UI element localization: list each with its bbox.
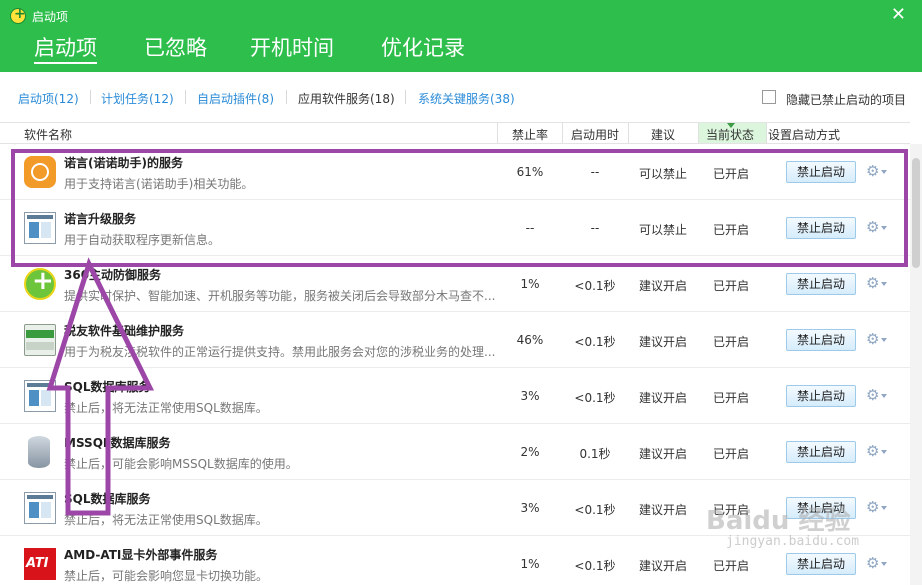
annotation-highlight-box <box>11 149 908 267</box>
gear-icon[interactable]: ⚙ <box>866 332 879 347</box>
chevron-down-icon[interactable] <box>881 338 887 342</box>
startup-time: <0.1秒 <box>574 391 616 405</box>
list-item[interactable]: SQL数据库服务 禁止后，将无法正常使用SQL数据库。 3% <0.1秒 建议开… <box>0 368 910 424</box>
col-action: 设置启动方式 <box>768 128 841 142</box>
disable-rate: 3% <box>520 389 540 403</box>
disable-rate: 2% <box>520 445 540 459</box>
col-time[interactable]: 启动用时 <box>571 126 619 143</box>
disable-button[interactable]: 禁止启动 <box>786 329 856 351</box>
gear-icon[interactable]: ⚙ <box>866 556 879 571</box>
tab-ignored[interactable]: 已忽略 <box>144 34 207 62</box>
status: 已开启 <box>712 279 749 293</box>
disable-button[interactable]: 禁止启动 <box>786 441 856 463</box>
service-desc: 禁止后，可能会影响您显卡切换功能。 <box>64 569 269 583</box>
tab-startup-items[interactable]: 启动项 <box>34 34 97 64</box>
service-desc: 禁止后，将无法正常使用SQL数据库。 <box>64 401 268 415</box>
advice: 建议开启 <box>638 559 687 573</box>
scrollbar-thumb[interactable] <box>912 158 920 268</box>
advice: 建议开启 <box>638 391 687 405</box>
col-rate[interactable]: 禁止率 <box>512 126 548 143</box>
subtab-startup[interactable]: 启动项(12) <box>18 90 79 107</box>
startup-time: <0.1秒 <box>574 279 616 293</box>
status: 已开启 <box>712 335 749 349</box>
disable-rate: 46% <box>516 333 544 347</box>
service-desc: 用于为税友涉税软件的正常运行提供支持。禁用此服务会对您的涉税业务的处理... <box>64 345 496 359</box>
360-icon <box>24 266 56 300</box>
startup-time: <0.1秒 <box>574 503 616 517</box>
chevron-down-icon[interactable] <box>881 450 887 454</box>
status: 已开启 <box>712 391 749 405</box>
advice: 建议开启 <box>638 447 687 461</box>
subtab-autostart-plugins[interactable]: 自启动插件(8) <box>197 90 274 107</box>
watermark: Baidu 经验 <box>706 506 851 536</box>
watermark-url: jingyan.baidu.com <box>726 534 860 549</box>
close-icon[interactable]: ✕ <box>891 6 906 24</box>
service-name: AMD-ATI显卡外部事件服务 <box>64 548 218 562</box>
col-advice[interactable]: 建议 <box>651 126 675 143</box>
hide-disabled-label[interactable]: 隐藏已禁止启动的项目 <box>786 91 906 108</box>
app-logo-icon <box>10 6 26 24</box>
service-name: 税友软件基础维护服务 <box>64 324 185 338</box>
col-name[interactable]: 软件名称 <box>24 126 72 143</box>
tab-boot-time[interactable]: 开机时间 <box>250 34 334 62</box>
tab-optimize-log[interactable]: 优化记录 <box>381 34 465 62</box>
title-bar: 启动项 ✕ 启动项 已忽略 开机时间 优化记录 <box>0 0 922 72</box>
disable-rate: 3% <box>520 501 540 515</box>
window-icon <box>24 380 56 412</box>
startup-time: <0.1秒 <box>574 335 616 349</box>
gear-icon[interactable]: ⚙ <box>866 444 879 459</box>
ati-icon <box>24 548 56 580</box>
col-state[interactable]: 当前状态 <box>706 126 754 143</box>
disable-rate: 1% <box>520 557 540 571</box>
subtab-system-services[interactable]: 系统关键服务(38) <box>418 90 515 107</box>
tax-icon <box>24 324 56 356</box>
service-desc: 禁止后，将无法正常使用SQL数据库。 <box>64 513 268 527</box>
status: 已开启 <box>712 447 749 461</box>
advice: 建议开启 <box>638 335 687 349</box>
database-icon <box>28 436 50 468</box>
list-item[interactable]: 税友软件基础维护服务 用于为税友涉税软件的正常运行提供支持。禁用此服务会对您的涉… <box>0 312 910 368</box>
service-desc: 提供实时保护、智能加速、开机服务等功能，服务被关闭后会导致部分木马查不... <box>64 289 496 303</box>
advice: 建议开启 <box>638 279 687 293</box>
hide-disabled-checkbox[interactable] <box>762 90 776 104</box>
service-name: SQL数据库服务 <box>64 380 151 394</box>
service-name: SQL数据库服务 <box>64 492 151 506</box>
list-item[interactable]: MSSQL数据库服务 禁止后，可能会影响MSSQL数据库的使用。 2% 0.1秒… <box>0 424 910 480</box>
chevron-down-icon[interactable] <box>881 282 887 286</box>
subtab-app-services[interactable]: 应用软件服务(18) <box>298 90 395 107</box>
disable-rate: 1% <box>520 277 540 291</box>
sub-tab-bar: 启动项(12) 计划任务(12) 自启动插件(8) 应用软件服务(18) 系统关… <box>0 72 922 122</box>
vertical-scrollbar[interactable] <box>910 144 922 585</box>
advice: 建议开启 <box>638 503 687 517</box>
window-icon <box>24 492 56 524</box>
startup-time: 0.1秒 <box>579 447 611 461</box>
chevron-down-icon[interactable] <box>881 394 887 398</box>
disable-button[interactable]: 禁止启动 <box>786 385 856 407</box>
service-desc: 禁止后，可能会影响MSSQL数据库的使用。 <box>64 457 298 471</box>
disable-button[interactable]: 禁止启动 <box>786 273 856 295</box>
disable-button[interactable]: 禁止启动 <box>786 553 856 575</box>
service-name: 360主动防御服务 <box>64 268 162 282</box>
gear-icon[interactable]: ⚙ <box>866 276 879 291</box>
service-name: MSSQL数据库服务 <box>64 436 171 450</box>
window-title: 启动项 <box>32 10 69 24</box>
gear-icon[interactable]: ⚙ <box>866 500 879 515</box>
status: 已开启 <box>712 559 749 573</box>
gear-icon[interactable]: ⚙ <box>866 388 879 403</box>
subtab-scheduled-tasks[interactable]: 计划任务(12) <box>101 90 174 107</box>
column-header: 软件名称 禁止率 启动用时 建议 当前状态 设置启动方式 <box>0 122 910 144</box>
startup-time: <0.1秒 <box>574 559 616 573</box>
chevron-down-icon[interactable] <box>881 562 887 566</box>
chevron-down-icon[interactable] <box>881 506 887 510</box>
